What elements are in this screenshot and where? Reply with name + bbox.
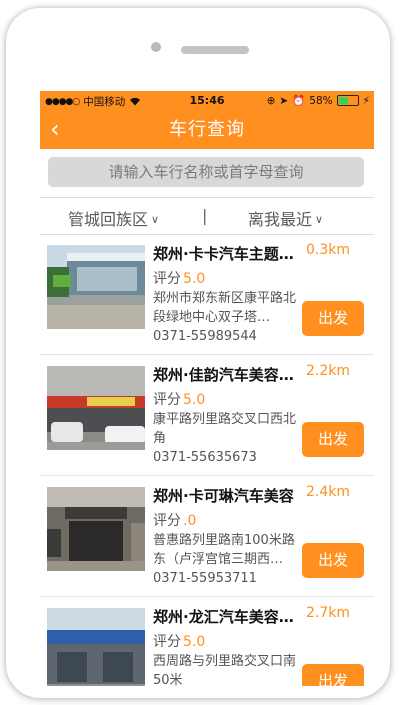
- shop-distance: 2.2km: [306, 363, 351, 379]
- list-item[interactable]: 郑州·卡可琳汽车美容 2.4km 评分 .0 普惠路列里路南100米路东（卢浮宫馆…: [40, 476, 374, 597]
- shop-distance: 2.7km: [306, 605, 351, 621]
- shop-name[interactable]: 郑州·佳韵汽车美容…: [153, 364, 303, 385]
- battery-icon: [336, 95, 359, 106]
- shop-address: 康平路列里路交叉口西北角: [153, 412, 297, 446]
- filter-separator: |: [202, 206, 208, 225]
- shop-name[interactable]: 郑州·卡可琳汽车美容: [153, 485, 303, 506]
- rating-score: 5.0: [183, 271, 206, 287]
- shop-address: 郑州市郑东新区康平路北段绿地中心双子塔…: [153, 291, 297, 325]
- shop-rating: 评分 5.0: [153, 268, 205, 288]
- status-bar: ●●●●○ 中国移动 15:46 ⊕ ➤ ⏰ 58% ⚡: [40, 91, 374, 111]
- filter-bar: 管城回族区 ∨ | 离我最近 ∨: [40, 197, 374, 235]
- location-icon: ➤: [279, 94, 289, 107]
- sort-filter[interactable]: 离我最近 ∨: [248, 206, 323, 230]
- search-bar: 请输入车行名称或首字母查询: [40, 149, 374, 197]
- nav-bar: 车行查询 ‹: [40, 111, 374, 149]
- rating-score: 5.0: [183, 634, 206, 650]
- chevron-left-icon: ‹: [50, 115, 60, 143]
- sort-filter-label: 离我最近: [248, 210, 313, 229]
- shop-rating: 评分 .0: [153, 510, 196, 530]
- shop-photo: [47, 487, 145, 571]
- shop-photo: [47, 245, 145, 329]
- lock-rotation-icon: ⊕: [266, 94, 276, 107]
- shop-distance: 0.3km: [306, 242, 351, 258]
- shop-rating: 评分 5.0: [153, 389, 205, 409]
- shop-name[interactable]: 郑州·卡卡汽车主题…: [153, 243, 303, 264]
- search-input[interactable]: 请输入车行名称或首字母查询: [48, 157, 364, 187]
- shop-address: 西周路与列里路交叉口南50米: [153, 654, 297, 686]
- page-title: 车行查询: [169, 119, 245, 140]
- district-filter[interactable]: 管城回族区 ∨: [68, 206, 159, 230]
- shop-phone[interactable]: 0371-55989544: [153, 329, 257, 344]
- go-button[interactable]: 出发: [302, 543, 364, 578]
- go-button[interactable]: 出发: [302, 422, 364, 457]
- rating-score: .0: [183, 513, 197, 529]
- go-button[interactable]: 出发: [302, 301, 364, 336]
- shop-list: 郑州·卡卡汽车主题… 0.3km 评分 5.0 郑州市郑东新区康平路北段绿地中心双…: [40, 234, 374, 686]
- list-item[interactable]: 郑州·佳韵汽车美容… 2.2km 评分 5.0 康平路列里路交叉口西北角 0371…: [40, 355, 374, 476]
- rating-label: 评分: [153, 513, 181, 529]
- speaker-grille: [181, 46, 249, 54]
- charging-icon: ⚡: [362, 94, 370, 107]
- app-screen: ●●●●○ 中国移动 15:46 ⊕ ➤ ⏰ 58% ⚡ 车行查询 ‹ 请输入车…: [40, 91, 374, 686]
- rating-label: 评分: [153, 271, 181, 287]
- shop-name[interactable]: 郑州·龙汇汽车美容…: [153, 606, 303, 627]
- shop-address: 普惠路列里路南100米路东（卢浮宫馆三期西…: [153, 533, 295, 567]
- shop-distance: 2.4km: [306, 484, 351, 500]
- shop-rating: 评分 5.0: [153, 631, 205, 651]
- chevron-down-icon: ∨: [151, 213, 160, 226]
- shop-photo: [47, 608, 145, 686]
- alarm-icon: ⏰: [292, 95, 306, 107]
- rating-label: 评分: [153, 392, 181, 408]
- shop-phone[interactable]: 0371-55635673: [153, 450, 257, 465]
- rating-label: 评分: [153, 634, 181, 650]
- go-button[interactable]: 出发: [302, 664, 364, 686]
- back-button[interactable]: ‹: [50, 117, 60, 141]
- district-filter-label: 管城回族区: [68, 210, 149, 229]
- shop-phone[interactable]: 0371-55953711: [153, 571, 257, 586]
- list-item[interactable]: 郑州·龙汇汽车美容… 2.7km 评分 5.0 西周路与列里路交叉口南50米 出发: [40, 597, 374, 686]
- phone-frame: ●●●●○ 中国移动 15:46 ⊕ ➤ ⏰ 58% ⚡ 车行查询 ‹ 请输入车…: [6, 8, 390, 698]
- battery-percent: 58%: [309, 94, 333, 107]
- chevron-down-icon: ∨: [315, 213, 324, 226]
- list-item[interactable]: 郑州·卡卡汽车主题… 0.3km 评分 5.0 郑州市郑东新区康平路北段绿地中心双…: [40, 234, 374, 355]
- shop-photo: [47, 366, 145, 450]
- rating-score: 5.0: [183, 392, 206, 408]
- camera-dot: [151, 42, 161, 52]
